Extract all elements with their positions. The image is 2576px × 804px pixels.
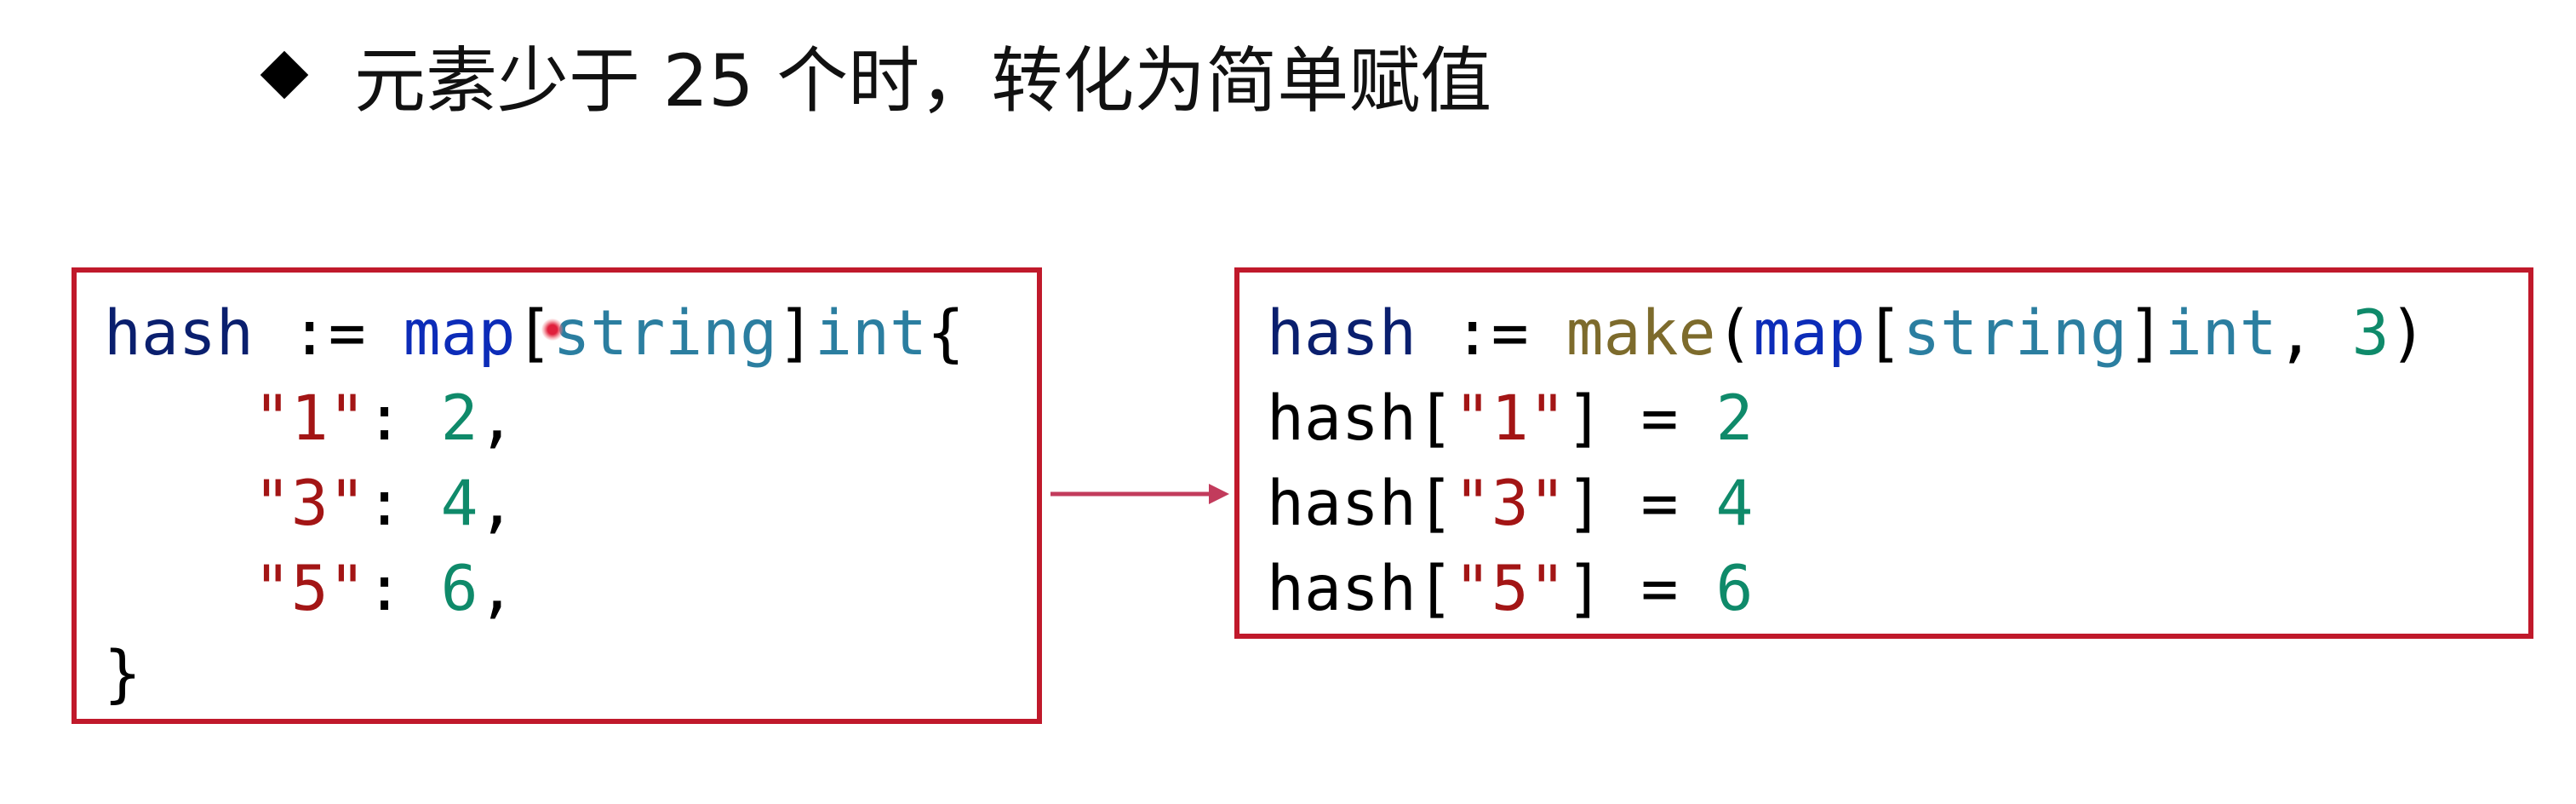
code-token-var: hash [104,297,254,370]
code-token-op: := [253,297,404,370]
code-token-string: "5" [253,553,366,625]
code-token-bracket: [ [1865,297,1903,370]
code-token-var-plain: hash [1267,382,1417,455]
code-token-assign: = [1603,553,1716,625]
code-token-keyword: map [1753,297,1866,370]
code-token-bracket: ] [1566,553,1604,625]
map-literal-code: hash := map[string]int{ "1": 2, "3": 4, … [104,291,965,717]
code-token-comma: , [478,553,516,625]
code-token-colon: : [365,553,441,625]
code-token-string: "5" [1453,553,1566,625]
laser-pointer-dot [541,319,564,341]
code-token-string: "1" [1453,382,1566,455]
diamond-bullet-icon [260,50,309,100]
code-token-type: string [552,297,778,370]
make-assign-code: hash := make(map[string]int, 3) hash["1"]… [1267,291,2427,632]
code-token-number: 2 [440,382,478,455]
code-token-string: "3" [253,468,366,540]
code-token-number: 6 [440,553,478,625]
code-token-number: 6 [1715,553,1754,625]
code-line: hash["5"] = 6 [1267,547,2427,632]
code-token-paren: ) [2389,297,2427,370]
code-token-bracket: [ [1416,553,1454,625]
code-line: "3": 4, [104,462,965,547]
make-assign-code-box: hash := make(map[string]int, 3) hash["1"]… [1234,267,2533,639]
code-token-var-plain: hash [1267,553,1417,625]
code-line: hash["3"] = 4 [1267,462,2427,547]
code-token-number: 4 [440,468,478,540]
code-token-comma: , [478,468,516,540]
code-token-brace: { [926,297,965,370]
code-token-bracket: ] [2127,297,2165,370]
code-line: hash["1"] = 2 [1267,376,2427,462]
code-line: "1": 2, [104,376,965,462]
code-token-bracket: ] [1566,382,1604,455]
code-line: hash := map[string]int{ [104,291,965,376]
code-token-comma: , [478,382,516,455]
code-token-bracket: [ [1416,382,1454,455]
code-token-number: 3 [2351,297,2390,370]
code-token-type: int [815,297,927,370]
code-token-type: string [1903,297,2127,370]
code-token-type: int [2164,297,2277,370]
code-token-string: "1" [253,382,366,455]
code-token-op: := [1416,297,1566,370]
code-token-assign: = [1603,468,1716,540]
code-token-colon: : [365,468,441,540]
slide-heading: 元素少于 25 个时，转化为简单赋值 [255,24,1491,126]
code-token-bracket: [ [1416,468,1454,540]
code-token-colon: : [365,382,441,455]
code-token-assign: = [1603,382,1716,455]
code-token-keyword: map [403,297,516,370]
code-token-bracket: ] [1566,468,1604,540]
code-token-var-plain: hash [1267,468,1417,540]
code-token-number: 2 [1715,382,1754,455]
code-line: "5": 6, [104,547,965,632]
code-line: hash := make(map[string]int, 3) [1267,291,2427,376]
code-token-number: 4 [1715,468,1754,540]
code-token-function: make [1566,297,1716,370]
code-line: } [104,632,965,717]
code-token-string: "3" [1453,468,1566,540]
right-arrow-icon [1050,484,1229,504]
code-token-var: hash [1267,297,1417,370]
code-token-brace: } [104,638,141,710]
code-token-paren: ( [1715,297,1754,370]
code-token-separator: , [2276,297,2352,370]
heading-text: 元素少于 25 个时，转化为简单赋值 [354,38,1492,123]
code-token-bracket: ] [777,297,816,370]
